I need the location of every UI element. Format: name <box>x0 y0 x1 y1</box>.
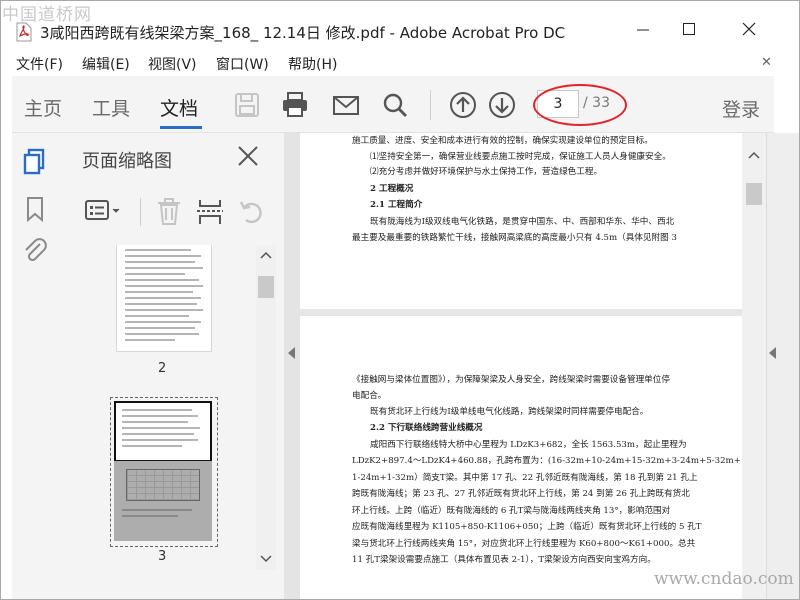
thumbnail-panel-title: 页面缩略图 <box>82 151 172 172</box>
login-button[interactable]: 登录 <box>722 95 760 122</box>
close-icon <box>742 22 756 36</box>
right-tools-rail <box>766 133 800 600</box>
panel-separator <box>140 198 141 226</box>
close-window-button[interactable] <box>726 14 772 44</box>
menu-help[interactable]: 帮助(H) <box>288 54 337 74</box>
close-panel-icon[interactable] <box>236 144 260 168</box>
document-scrollbar-thumb[interactable] <box>746 183 762 205</box>
menu-close-icon[interactable]: ✕ <box>761 55 772 70</box>
tab-tools[interactable]: 工具 <box>92 94 130 121</box>
doc-heading: 2.2 下行联络线跨营业线概况 <box>370 423 483 433</box>
scroll-down-icon[interactable] <box>260 554 272 564</box>
thumbnail-table <box>126 469 200 501</box>
save-icon[interactable] <box>232 90 262 120</box>
bookmark-icon[interactable] <box>24 196 46 222</box>
minimize-button[interactable] <box>620 14 666 44</box>
doc-line: ⑴坚持安全第一，确保营业线要点施工按时完成，保证施工人员人身健康安全。 <box>370 152 671 162</box>
page-thumbnails-icon[interactable] <box>22 148 48 176</box>
doc-line: 《接触网与梁体位置图》），为保障架梁及人身安全，跨线架梁时需要设备管理单位停 <box>352 375 670 385</box>
maximize-button[interactable] <box>666 14 712 44</box>
doc-line: 最主要及最重要的铁路繁忙干线，接触网高梁底的高度最小只有 4.5m（具体见附图 … <box>352 233 677 243</box>
thumbnail-label-3: 3 <box>158 549 167 564</box>
next-page-icon[interactable] <box>487 90 517 120</box>
search-icon[interactable] <box>380 90 410 120</box>
panel-splitter[interactable] <box>284 133 300 600</box>
tab-home[interactable]: 主页 <box>24 94 62 121</box>
red-highlight-annotation <box>533 84 627 126</box>
document-page-lower: 《接触网与梁体位置图》），为保障架梁及人身安全，跨线架梁时需要设备管理单位停 电… <box>300 316 742 600</box>
previous-page-icon[interactable] <box>448 90 478 120</box>
menu-edit[interactable]: 编辑(E) <box>82 54 130 74</box>
attachment-icon[interactable] <box>22 236 48 264</box>
doc-line: 环上行线。上跨（临近）既有陇海线的 6 孔T梁与陇海线两线夹角 13°，影响范围… <box>352 506 671 516</box>
thumbnail-list: 2 3 <box>82 245 252 567</box>
thumbnail-page-3[interactable] <box>114 401 212 541</box>
maximize-icon <box>683 23 695 35</box>
doc-scroll-up-icon[interactable] <box>748 150 760 160</box>
doc-line: 跨既有陇海线；第 23 孔、27 孔邻近既有货北环上行线，第 24 到第 26 … <box>352 489 690 499</box>
doc-line: ⑵充分考虑并做好环境保护与水土保持工作，营造绿色工程。 <box>370 167 603 177</box>
document-view: 施工质量、进度、安全和成本进行有效的控制，确保实现建设单位的预定目标。 ⑴坚持安… <box>300 133 774 600</box>
scroll-up-icon[interactable] <box>260 250 272 260</box>
collapse-left-icon[interactable] <box>287 346 297 360</box>
window-title: 3咸阳西跨既有线架梁方案_168_ 12.14日 修改.pdf - Adobe … <box>40 24 566 42</box>
menu-file[interactable]: 文件(F) <box>16 54 63 74</box>
document-page-upper: 施工质量、进度、安全和成本进行有效的控制，确保实现建设单位的预定目标。 ⑴坚持安… <box>300 133 742 309</box>
doc-heading: 2.1 工程简介 <box>370 200 423 210</box>
doc-line: 施工质量、进度、安全和成本进行有效的控制，确保实现建设单位的预定目标。 <box>352 136 653 146</box>
menu-view[interactable]: 视图(V) <box>148 54 197 74</box>
expand-right-panel-icon[interactable] <box>768 346 778 360</box>
thumbnail-scrollbar-thumb[interactable] <box>258 276 274 298</box>
watermark-bottom: www.cndao.com <box>654 569 794 589</box>
delete-page-icon[interactable] <box>156 198 182 226</box>
rotate-page-icon[interactable] <box>238 198 266 226</box>
doc-heading: 2 工程概况 <box>370 184 414 194</box>
toolbar-separator <box>430 90 431 120</box>
pdf-file-icon <box>16 22 32 42</box>
minimize-icon <box>637 29 649 31</box>
doc-line: 既有货北环上行线为Ⅰ级单线电气化线路，跨线架梁时同样需要停电配合。 <box>370 407 649 417</box>
insert-page-icon[interactable] <box>196 198 224 226</box>
thumbnail-options-icon[interactable] <box>84 198 124 224</box>
doc-line: 既有陇海线为Ⅰ级双线电气化铁路，是贯穿中国东、中、西部和华东、华中、西北 <box>370 217 675 227</box>
doc-line: 梁与货北环上行线两线夹角 15°，对应货北环上行线里程为 K60+800～K61… <box>352 539 696 549</box>
thumbnail-page-2[interactable] <box>116 245 212 352</box>
doc-line: 1-24m+1-32m）简支T梁。其中第 17 孔、22 孔邻近既有陇海线，第 … <box>352 473 698 483</box>
doc-line: 11 孔T梁架设需要点施工（具体布置见表 2-1），T梁架设方向西安向宝鸡方向。 <box>352 555 656 565</box>
tab-document[interactable]: 文档 <box>160 94 198 121</box>
print-icon[interactable] <box>280 90 310 120</box>
doc-line: 应既有陇海线里程为 K1105+850-K1106+050；上跨（临近）既有货北… <box>352 522 702 532</box>
doc-line: 电配合。 <box>352 391 387 401</box>
doc-line: LDzK2+897.4～LDzK4+460.88，孔跨布置为：(16-32m+1… <box>352 456 741 466</box>
thumbnail-label-2: 2 <box>158 361 167 376</box>
doc-line: 咸阳西下行联络线特大桥中心里程为 LDzK3+682，全长 1563.53m，起… <box>370 440 687 450</box>
menu-window[interactable]: 窗口(W) <box>216 54 269 74</box>
active-tab-indicator <box>160 126 202 129</box>
email-icon[interactable] <box>331 90 361 120</box>
